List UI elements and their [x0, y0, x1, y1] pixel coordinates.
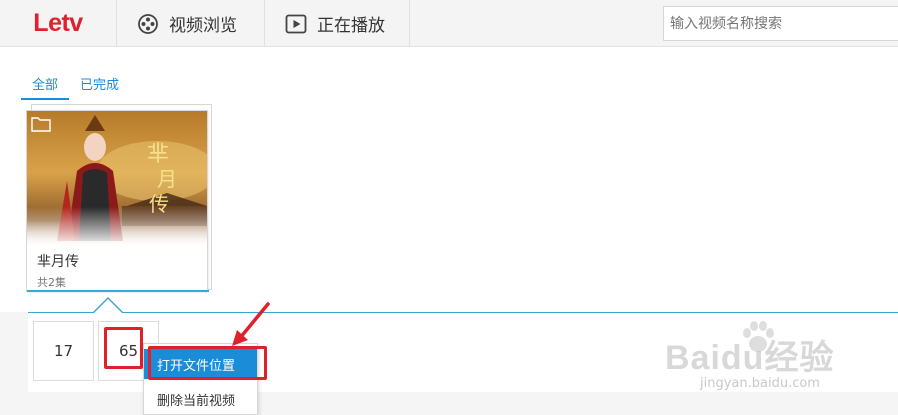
search-input[interactable]	[663, 6, 898, 41]
logo-text: Letv	[33, 9, 83, 37]
episode-item[interactable]: 17	[33, 321, 94, 381]
menu-item-delete-video[interactable]: 删除当前视频	[144, 384, 257, 414]
nav-video-browse-label: 视频浏览	[169, 16, 237, 36]
video-poster: 芈 月 传	[27, 111, 207, 248]
play-icon	[285, 13, 307, 35]
episode-count: 共2集	[37, 276, 66, 289]
letv-logo[interactable]: Letv	[0, 0, 117, 47]
top-navigation-bar: Letv 视频浏览 正在播放	[0, 0, 898, 47]
nav-now-playing-label: 正在播放	[317, 16, 385, 36]
folder-icon	[31, 116, 51, 136]
video-card[interactable]: 芈 月 传 芈月传 共2集	[26, 110, 209, 292]
film-reel-icon	[137, 13, 159, 35]
panel-pointer	[94, 299, 122, 313]
card-selected-indicator	[27, 290, 209, 292]
tab-completed[interactable]: 已完成	[80, 74, 119, 93]
nav-video-browse[interactable]: 视频浏览	[117, 0, 265, 47]
episode-highlight-box	[104, 327, 143, 369]
video-title: 芈月传	[37, 254, 79, 270]
tab-all[interactable]: 全部	[21, 74, 69, 100]
annotation-arrow-icon	[228, 300, 272, 352]
nav-now-playing[interactable]: 正在播放	[265, 0, 410, 47]
